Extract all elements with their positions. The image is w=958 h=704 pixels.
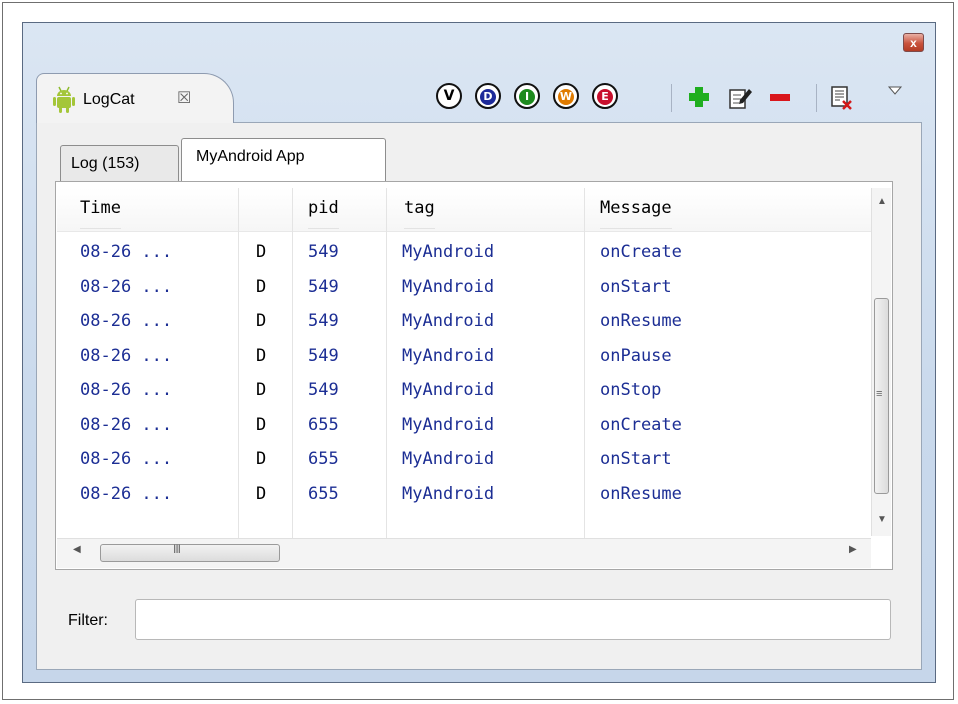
- warning-filter-button[interactable]: W: [553, 83, 579, 109]
- cell-pid: 655: [308, 483, 339, 504]
- minus-icon[interactable]: [767, 84, 793, 110]
- cell-level: D: [256, 449, 267, 469]
- debug-filter-button[interactable]: D: [475, 83, 501, 109]
- scroll-up-icon[interactable]: ▲: [877, 196, 887, 207]
- column-header-pid[interactable]: pid: [308, 188, 339, 229]
- info-filter-button[interactable]: I: [514, 83, 540, 109]
- cell-message: onStop: [600, 380, 662, 400]
- cell-pid: 655: [308, 449, 339, 469]
- error-filter-button-letter: E: [597, 89, 613, 105]
- cell-time: 08-26 ...: [80, 414, 173, 435]
- scroll-right-icon[interactable]: ▶: [849, 544, 857, 555]
- cell-time: 08-26 ...: [80, 449, 173, 469]
- tab-myandroid-app-label: MyAndroid App: [196, 148, 305, 165]
- cell-level: D: [256, 380, 267, 400]
- cell-message: onResume: [600, 311, 682, 331]
- cell-message: onStart: [600, 449, 672, 469]
- column-header-tag[interactable]: tag: [404, 188, 435, 229]
- cell-tag: MyAndroid: [402, 276, 495, 297]
- tab-log[interactable]: Log (153): [60, 145, 179, 181]
- cell-message: onCreate: [600, 242, 682, 262]
- view-tab-close-button[interactable]: ☒: [177, 88, 191, 108]
- cell-tag: MyAndroid: [402, 311, 495, 331]
- view-menu-icon[interactable]: [887, 84, 903, 98]
- cell-level: D: [256, 242, 267, 262]
- cell-time: 08-26 ...: [80, 345, 173, 366]
- tab-myandroid-app[interactable]: MyAndroid App: [181, 138, 386, 182]
- horizontal-scroll-thumb[interactable]: [100, 544, 280, 562]
- grip-icon: III: [173, 542, 181, 556]
- cell-time: 08-26 ...: [80, 311, 173, 331]
- table-header: [57, 188, 871, 232]
- cell-level: D: [256, 311, 267, 331]
- cell-level: D: [256, 276, 267, 297]
- cell-message: onCreate: [600, 414, 682, 435]
- cell-message: onResume: [600, 483, 682, 504]
- column-divider: [292, 188, 293, 538]
- cell-tag: MyAndroid: [402, 242, 495, 262]
- clear-log-icon[interactable]: [828, 84, 854, 110]
- cell-tag: MyAndroid: [402, 414, 495, 435]
- cell-pid: 549: [308, 242, 339, 262]
- grip-icon: ≡: [876, 388, 883, 400]
- column-header-message[interactable]: Message: [600, 188, 672, 229]
- scroll-down-icon[interactable]: ▼: [877, 514, 887, 525]
- verbose-filter-button[interactable]: V: [436, 83, 462, 109]
- cell-pid: 549: [308, 345, 339, 366]
- column-divider: [386, 188, 387, 538]
- toolbar-separator: [671, 84, 672, 112]
- edit-icon[interactable]: [727, 84, 753, 110]
- cell-level: D: [256, 345, 267, 366]
- toolbar-separator: [816, 84, 817, 112]
- cell-time: 08-26 ...: [80, 242, 173, 262]
- tab-log-label: Log (153): [71, 155, 140, 172]
- cell-tag: MyAndroid: [402, 449, 495, 469]
- warning-filter-button-letter: W: [558, 89, 574, 105]
- verbose-filter-button-letter: V: [443, 88, 455, 104]
- log-table: [55, 181, 893, 570]
- cell-message: onStart: [600, 276, 672, 297]
- filter-label: Filter:: [68, 612, 108, 629]
- cell-message: onPause: [600, 345, 672, 366]
- cell-time: 08-26 ...: [80, 380, 173, 400]
- window-close-button[interactable]: x: [903, 33, 924, 52]
- cell-time: 08-26 ...: [80, 483, 173, 504]
- info-filter-button-letter: I: [519, 89, 535, 105]
- error-filter-button[interactable]: E: [592, 83, 618, 109]
- column-divider: [584, 188, 585, 538]
- cell-pid: 549: [308, 276, 339, 297]
- cell-pid: 549: [308, 311, 339, 331]
- view-tab-title: LogCat: [83, 91, 135, 108]
- plus-icon[interactable]: [686, 84, 712, 110]
- cell-tag: MyAndroid: [402, 483, 495, 504]
- debug-filter-button-letter: D: [480, 89, 496, 105]
- filter-input[interactable]: [135, 599, 891, 640]
- cell-pid: 549: [308, 380, 339, 400]
- cell-tag: MyAndroid: [402, 345, 495, 366]
- cell-time: 08-26 ...: [80, 276, 173, 297]
- cell-level: D: [256, 483, 267, 504]
- scroll-left-icon[interactable]: ◀: [73, 544, 81, 555]
- cell-level: D: [256, 414, 267, 435]
- column-header-time[interactable]: Time: [80, 188, 121, 229]
- cell-pid: 655: [308, 414, 339, 435]
- column-divider: [238, 188, 239, 538]
- android-icon: [53, 86, 75, 113]
- cell-tag: MyAndroid: [402, 380, 495, 400]
